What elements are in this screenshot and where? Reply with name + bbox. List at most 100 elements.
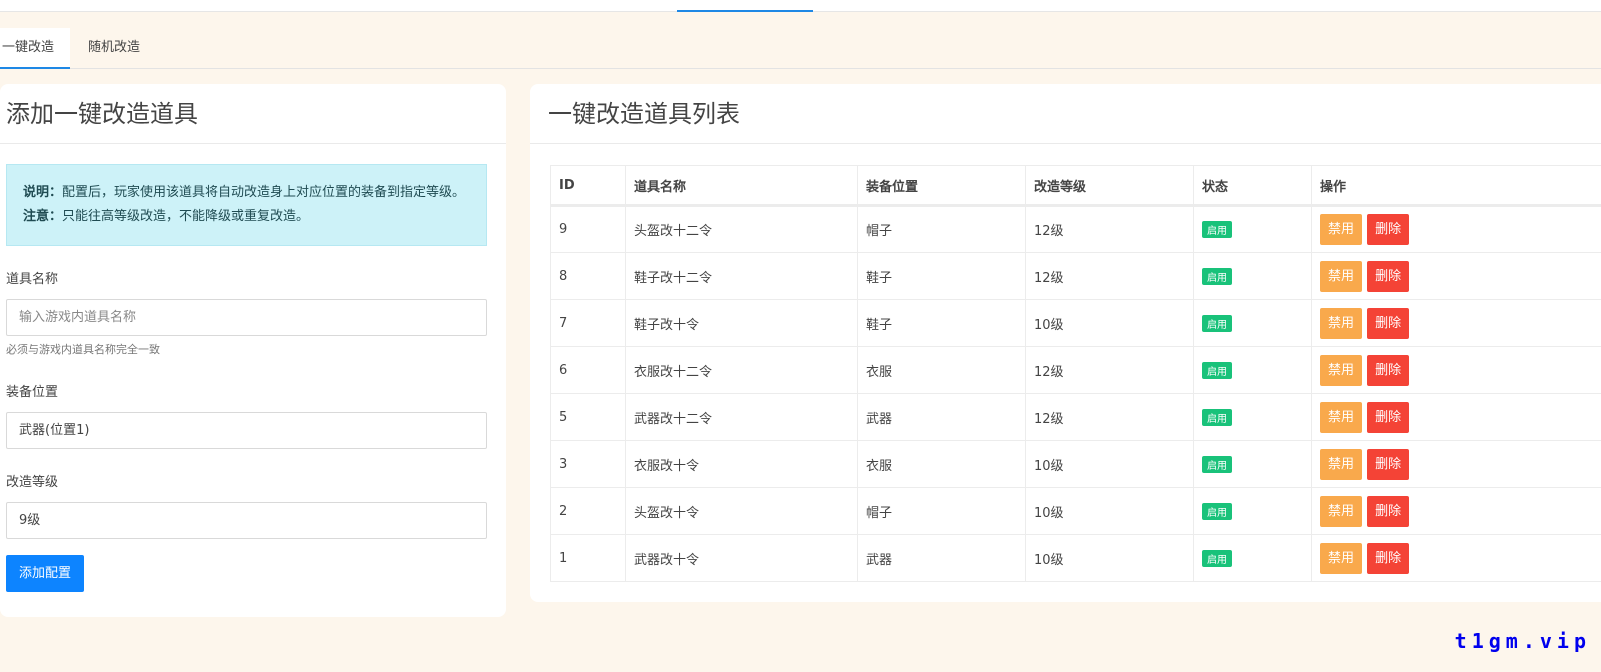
cell-actions: 禁用 删除 xyxy=(1311,487,1601,535)
cell-level: 10级 xyxy=(1025,534,1194,582)
cell-id: 3 xyxy=(550,440,626,488)
warn-text: 只能往高等级改造，不能降级或重复改造。 xyxy=(62,209,310,224)
cell-status: 启用 xyxy=(1193,252,1312,300)
warn-label: 注意： xyxy=(23,209,63,224)
cell-id: 2 xyxy=(550,487,626,535)
cell-position: 鞋子 xyxy=(857,299,1026,347)
cell-level: 12级 xyxy=(1025,393,1194,441)
delete-button[interactable]: 删除 xyxy=(1367,448,1410,480)
disable-button[interactable]: 禁用 xyxy=(1320,448,1363,480)
table-row: 5 武器改十二令 武器 12级 启用 禁用 删除 xyxy=(550,393,1601,441)
status-badge: 启用 xyxy=(1202,267,1232,285)
cell-level: 12级 xyxy=(1025,205,1194,253)
delete-button[interactable]: 删除 xyxy=(1367,260,1410,292)
cell-name: 鞋子改十二令 xyxy=(625,252,858,300)
delete-button[interactable]: 删除 xyxy=(1367,354,1410,386)
disable-button[interactable]: 禁用 xyxy=(1320,214,1363,245)
disable-button[interactable]: 禁用 xyxy=(1320,401,1363,433)
column-header: 道具名称 xyxy=(625,165,858,207)
card-title: 添加一键改造道具 xyxy=(0,84,506,144)
cell-actions: 禁用 删除 xyxy=(1311,299,1601,347)
cell-position: 帽子 xyxy=(857,487,1026,535)
cell-position: 鞋子 xyxy=(857,252,1026,300)
table-row: 1 武器改十令 武器 10级 启用 禁用 删除 xyxy=(550,534,1601,582)
status-badge: 启用 xyxy=(1202,549,1232,567)
item-name-input[interactable]: 输入游戏内道具名称 xyxy=(6,299,487,336)
cell-name: 衣服改十二令 xyxy=(625,346,858,394)
cell-level: 12级 xyxy=(1025,252,1194,300)
disable-button[interactable]: 禁用 xyxy=(1320,354,1363,386)
tab-bar: 一键改造 随机改造 xyxy=(0,28,1601,69)
add-config-button[interactable]: 添加配置 xyxy=(6,555,85,592)
top-nav xyxy=(0,0,1601,12)
table-row: 9 头盔改十二令 帽子 12级 启用 禁用 删除 xyxy=(550,205,1601,253)
level-select[interactable]: 9级 xyxy=(6,502,487,539)
cell-id: 5 xyxy=(550,393,626,441)
cell-actions: 禁用 删除 xyxy=(1311,393,1601,441)
status-badge: 启用 xyxy=(1202,408,1232,426)
cell-position: 武器 xyxy=(857,393,1026,441)
delete-button[interactable]: 删除 xyxy=(1367,307,1410,339)
position-select[interactable]: 武器(位置1) xyxy=(6,412,487,449)
cell-name: 衣服改十令 xyxy=(625,440,858,488)
cell-status: 启用 xyxy=(1193,534,1312,582)
table-row: 7 鞋子改十令 鞋子 10级 启用 禁用 删除 xyxy=(550,299,1601,347)
status-badge: 启用 xyxy=(1202,314,1232,332)
cell-position: 武器 xyxy=(857,534,1026,582)
table-row: 8 鞋子改十二令 鞋子 12级 启用 禁用 删除 xyxy=(550,252,1601,300)
cell-name: 鞋子改十令 xyxy=(625,299,858,347)
disable-button[interactable]: 禁用 xyxy=(1320,495,1363,527)
cell-id: 7 xyxy=(550,299,626,347)
cell-position: 帽子 xyxy=(857,205,1026,253)
cell-id: 8 xyxy=(550,252,626,300)
cell-status: 启用 xyxy=(1193,299,1312,347)
cell-name: 武器改十二令 xyxy=(625,393,858,441)
cell-actions: 禁用 删除 xyxy=(1311,534,1601,582)
column-header: 改造等级 xyxy=(1025,165,1194,207)
delete-button[interactable]: 删除 xyxy=(1367,401,1410,433)
column-header: 装备位置 xyxy=(857,165,1026,207)
note-label: 说明： xyxy=(23,185,63,200)
card-title: 一键改造道具列表 xyxy=(530,84,1601,144)
tab-random[interactable]: 随机改造 xyxy=(72,28,156,69)
cell-name: 头盔改十令 xyxy=(625,487,858,535)
table-row: 2 头盔改十令 帽子 10级 启用 禁用 删除 xyxy=(550,487,1601,535)
cell-level: 10级 xyxy=(1025,299,1194,347)
delete-button[interactable]: 删除 xyxy=(1367,495,1410,527)
cell-level: 10级 xyxy=(1025,440,1194,488)
delete-button[interactable]: 删除 xyxy=(1367,214,1410,245)
info-alert: 说明：配置后，玩家使用该道具将自动改造身上对应位置的装备到指定等级。 注意：只能… xyxy=(6,164,487,246)
level-label: 改造等级 xyxy=(6,475,59,490)
cell-id: 6 xyxy=(550,346,626,394)
disable-button[interactable]: 禁用 xyxy=(1320,542,1363,574)
disable-button[interactable]: 禁用 xyxy=(1320,307,1363,339)
table-row: 3 衣服改十令 衣服 10级 启用 禁用 删除 xyxy=(550,440,1601,488)
add-item-card: 添加一键改造道具 说明：配置后，玩家使用该道具将自动改造身上对应位置的装备到指定… xyxy=(0,84,506,617)
column-header: 状态 xyxy=(1193,165,1312,207)
status-badge: 启用 xyxy=(1202,361,1232,379)
cell-position: 衣服 xyxy=(857,346,1026,394)
tab-one-click[interactable]: 一键改造 xyxy=(0,28,71,69)
cell-name: 头盔改十二令 xyxy=(625,205,858,253)
cell-status: 启用 xyxy=(1193,440,1312,488)
cell-actions: 禁用 删除 xyxy=(1311,252,1601,300)
items-table: ID 道具名称 装备位置 改造等级 状态 操作 9 头盔改十二令 帽子 12级 启用 禁用… xyxy=(550,165,1601,582)
cell-status: 启用 xyxy=(1193,346,1312,394)
name-label: 道具名称 xyxy=(6,272,59,287)
cell-id: 9 xyxy=(550,205,626,253)
status-badge: 启用 xyxy=(1202,221,1232,238)
column-header: ID xyxy=(550,165,626,207)
cell-id: 1 xyxy=(550,534,626,582)
cell-actions: 禁用 删除 xyxy=(1311,346,1601,394)
cell-actions: 禁用 删除 xyxy=(1311,205,1601,253)
cell-position: 衣服 xyxy=(857,440,1026,488)
cell-status: 启用 xyxy=(1193,393,1312,441)
disable-button[interactable]: 禁用 xyxy=(1320,260,1363,292)
watermark: t1gm.vip xyxy=(1454,629,1591,653)
status-badge: 启用 xyxy=(1202,455,1232,473)
cell-status: 启用 xyxy=(1193,205,1312,253)
column-header: 操作 xyxy=(1311,165,1601,207)
name-help: 必须与游戏内道具名称完全一致 xyxy=(6,343,160,356)
delete-button[interactable]: 删除 xyxy=(1367,542,1410,574)
cell-status: 启用 xyxy=(1193,487,1312,535)
